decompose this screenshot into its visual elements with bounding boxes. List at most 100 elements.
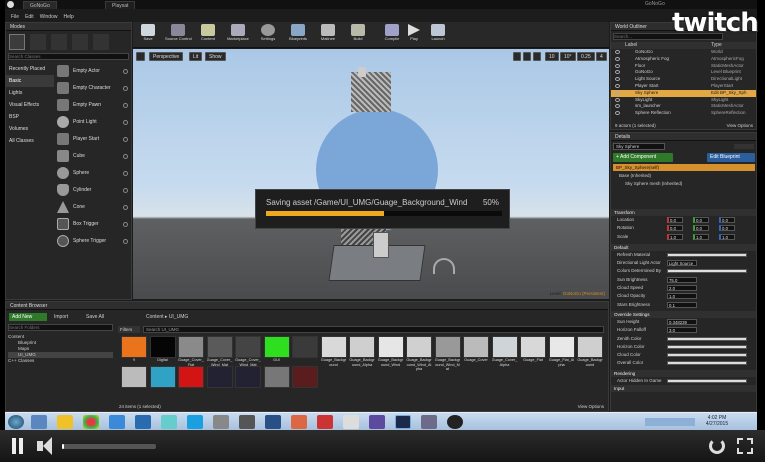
- level-viewport[interactable]: Perspective Lit Show 10 10° 0.25 4 Level…: [133, 49, 609, 299]
- place-item-player-start[interactable]: Player Start: [55, 131, 132, 148]
- asset-tile[interactable]: Guage_Flat_Alpha: [548, 336, 575, 372]
- outliner-row[interactable]: GoNoGo Level Blueprint: [611, 69, 756, 76]
- rotation-snap-button[interactable]: 10°: [560, 52, 576, 61]
- place-mode-icon[interactable]: [9, 34, 25, 50]
- photoshop-icon[interactable]: [395, 415, 411, 429]
- import-button[interactable]: Import: [54, 313, 68, 321]
- place-item-cylinder[interactable]: Cylinder: [55, 182, 132, 199]
- rotation-z[interactable]: 0.0: [719, 225, 735, 232]
- settings-button[interactable]: Settings: [255, 24, 281, 46]
- geometry-mode-icon[interactable]: [93, 34, 109, 50]
- place-item-sphere[interactable]: Sphere: [55, 165, 132, 182]
- app-icon[interactable]: [369, 415, 385, 429]
- matinee-button[interactable]: Matinee: [315, 24, 341, 46]
- menu-edit[interactable]: Edit: [25, 13, 34, 21]
- scale-x[interactable]: 1.0: [667, 233, 683, 240]
- location-y[interactable]: 0.0: [693, 217, 709, 223]
- help-icon[interactable]: [123, 137, 128, 142]
- breadcrumb-ui-umg[interactable]: UI_UMG: [169, 314, 188, 320]
- seek-bar[interactable]: [62, 444, 156, 449]
- launch-button[interactable]: Launch: [425, 24, 451, 46]
- place-item-empty-actor[interactable]: Empty Actor: [55, 63, 132, 80]
- asset-tile[interactable]: [263, 366, 290, 402]
- help-icon[interactable]: [123, 171, 128, 176]
- help-icon[interactable]: [123, 154, 128, 159]
- menu-window[interactable]: Window: [40, 13, 58, 21]
- tab-playsat[interactable]: Playsat: [105, 1, 136, 9]
- place-item-point-light[interactable]: Point Light: [55, 114, 132, 131]
- eye-icon[interactable]: [615, 111, 620, 116]
- play-button[interactable]: Play: [401, 24, 427, 46]
- property-swatch[interactable]: [667, 378, 747, 383]
- grid-size-button[interactable]: 10: [545, 52, 559, 61]
- eye-icon[interactable]: [615, 77, 620, 82]
- transform-header[interactable]: Transform: [611, 209, 756, 216]
- category-visual-effects[interactable]: Visual Effects: [6, 99, 54, 111]
- asset-tile[interactable]: Guage_Background: [577, 336, 603, 372]
- category-recently-placed[interactable]: Recently Placed: [6, 63, 54, 75]
- help-icon[interactable]: [123, 188, 128, 193]
- outliner-view-options[interactable]: View Options: [727, 123, 753, 128]
- rendering-header[interactable]: Rendering: [611, 369, 756, 377]
- skype-icon[interactable]: [187, 415, 203, 429]
- asset-tile[interactable]: Guage_Background: [320, 336, 347, 372]
- asset-tile[interactable]: [121, 366, 147, 402]
- tab-gonogo[interactable]: GoNoGo: [23, 1, 57, 9]
- clock[interactable]: 4:02 PM 4/27/2015: [702, 415, 732, 427]
- help-icon[interactable]: [123, 205, 128, 210]
- pause-icon[interactable]: [19, 438, 23, 454]
- paint-mode-icon[interactable]: [30, 34, 46, 50]
- unreal-engine-icon[interactable]: [447, 415, 463, 429]
- asset-tile[interactable]: Guage_Background_Wind_Alpha: [406, 336, 432, 372]
- app-icon[interactable]: [317, 415, 333, 429]
- landscape-mode-icon[interactable]: [51, 34, 67, 50]
- lock-icon[interactable]: [734, 144, 754, 149]
- search-folders-input[interactable]: [8, 324, 113, 331]
- chrome-icon[interactable]: [83, 415, 99, 429]
- place-item-empty-character[interactable]: Empty Character: [55, 80, 132, 97]
- search-assets-input[interactable]: Search UI_UMG: [143, 326, 604, 333]
- override-header[interactable]: Override Settings: [611, 310, 756, 318]
- place-item-cube[interactable]: Cube: [55, 148, 132, 165]
- asset-tile[interactable]: Guage_Background_Wind_Mat: [434, 336, 461, 372]
- asset-tile[interactable]: [206, 366, 233, 402]
- outliner-row[interactable]: Atmospheric Fog AtmosphericFog: [611, 56, 756, 63]
- perspective-button[interactable]: Perspective: [149, 52, 184, 61]
- scale-icon[interactable]: [533, 52, 541, 61]
- help-icon[interactable]: [123, 103, 128, 108]
- pause-icon[interactable]: [12, 438, 16, 454]
- help-icon[interactable]: [123, 120, 128, 125]
- marketplace-button[interactable]: Marketplace: [225, 24, 251, 46]
- property-value[interactable]: 75.0: [667, 276, 697, 283]
- app-icon[interactable]: [291, 415, 307, 429]
- category-bsp[interactable]: BSP: [6, 111, 54, 123]
- eye-icon[interactable]: [615, 50, 620, 54]
- save-all-button[interactable]: Save All: [86, 313, 104, 321]
- app-icon[interactable]: [421, 415, 437, 429]
- outliner-row[interactable]: sm_launcher StaticMeshActor: [611, 103, 756, 110]
- asset-tile[interactable]: Guage_Background_Alpha: [349, 336, 375, 372]
- property-value[interactable]: 0.348239: [667, 318, 697, 325]
- default-header[interactable]: Default: [611, 243, 756, 251]
- property-value[interactable]: 0.1: [667, 301, 697, 308]
- translate-icon[interactable]: [513, 52, 521, 61]
- eye-icon[interactable]: [615, 83, 620, 88]
- location-z[interactable]: 0.0: [719, 217, 735, 223]
- rotation-x[interactable]: 0.0: [667, 225, 683, 232]
- blueprints-button[interactable]: Blueprints: [285, 24, 311, 46]
- system-tray[interactable]: [645, 418, 695, 426]
- folder-cpp-classes[interactable]: C++ Classes: [8, 358, 113, 364]
- property-swatch[interactable]: [667, 252, 747, 257]
- location-x[interactable]: 0.0: [667, 217, 683, 223]
- outliner-row[interactable]: Sky Sphere Edit BP_Sky_Sph: [611, 89, 756, 97]
- steam-icon[interactable]: [265, 415, 281, 429]
- help-icon[interactable]: [123, 69, 128, 74]
- place-item-sphere-trigger[interactable]: Sphere Trigger: [55, 233, 132, 250]
- asset-tile[interactable]: Guage_Cover: [463, 336, 489, 372]
- viewport-options-icon[interactable]: [136, 52, 145, 61]
- ie-icon[interactable]: [31, 415, 47, 429]
- place-item-empty-pawn[interactable]: Empty Pawn: [55, 97, 132, 114]
- property-swatch[interactable]: [667, 361, 747, 366]
- category-basic[interactable]: Basic: [6, 75, 54, 87]
- asset-tile[interactable]: Guage_Cover_Alpha: [491, 336, 518, 372]
